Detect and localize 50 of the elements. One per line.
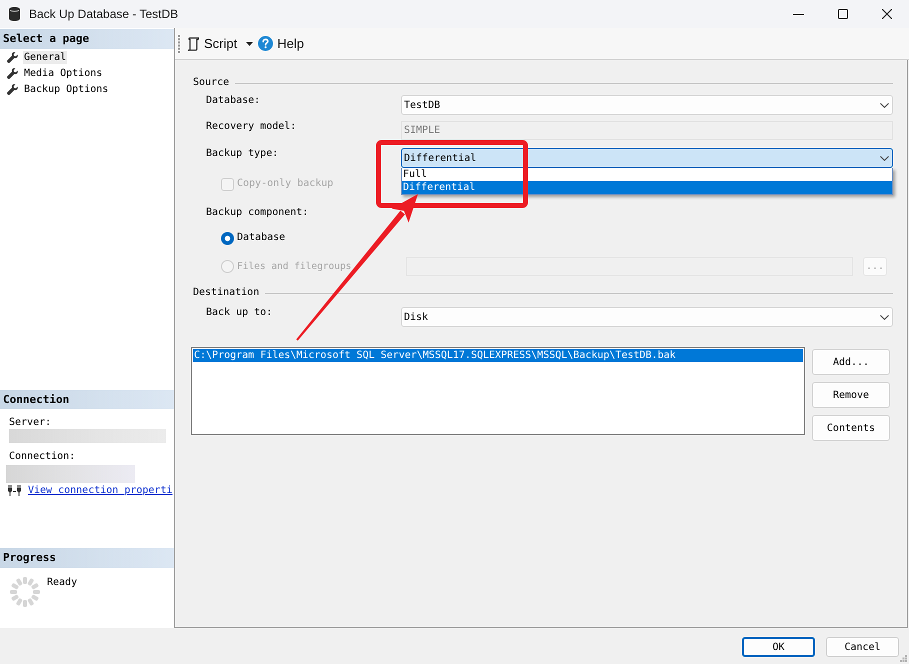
list-action-button[interactable]: Remove xyxy=(812,382,890,408)
field-label: Database: xyxy=(206,95,262,107)
status-text: Ready xyxy=(47,577,78,589)
dropdown-option[interactable]: Full xyxy=(402,168,892,181)
list-action-button[interactable]: Contents xyxy=(812,415,890,441)
radio-button[interactable] xyxy=(221,232,234,244)
wrench-icon xyxy=(7,52,18,62)
server-label: Server: xyxy=(9,417,52,429)
page-item[interactable]: General xyxy=(23,50,68,64)
radio-label: Database xyxy=(237,232,286,244)
field-label: Back up to: xyxy=(206,307,274,319)
help-button[interactable]: Help xyxy=(258,36,304,51)
chevron-icon xyxy=(880,102,889,108)
chevron-icon xyxy=(880,314,889,320)
wrench-icon xyxy=(7,68,18,78)
dropdown-option[interactable]: Differential xyxy=(402,181,892,194)
script-button[interactable]: Script xyxy=(187,36,238,51)
backup-type-dropdown[interactable]: Differential xyxy=(401,148,893,168)
field-label: Backup type: xyxy=(206,148,280,160)
file-path-item[interactable]: C:\Program Files\Microsoft SQL Server\MSSQL17.SQLEXPRESS\MSSQL\Backup\TestDB.bak xyxy=(193,349,803,362)
wrench-icon xyxy=(7,84,18,94)
resize-grip-icon[interactable] xyxy=(900,655,907,662)
help-icon xyxy=(258,36,274,51)
database-icon xyxy=(9,7,20,21)
group-title: Source xyxy=(193,76,230,90)
field-label: Recovery model: xyxy=(206,121,298,133)
checkbox-label: Copy-only backup xyxy=(237,178,334,190)
page-item[interactable]: Media Options xyxy=(23,66,104,80)
connection-properties-link[interactable]: View connection properti xyxy=(28,484,172,496)
page-item[interactable]: Backup Options xyxy=(23,82,110,96)
field-label: Backup component: xyxy=(206,207,310,219)
list-action-button[interactable]: Add... xyxy=(812,349,890,375)
spinner-icon xyxy=(10,577,40,607)
section-header: Select a page xyxy=(0,29,174,49)
group-title: Destination xyxy=(193,286,260,300)
section-header: Progress xyxy=(0,548,174,568)
connection-label: Connection: xyxy=(9,451,76,463)
scroll-icon xyxy=(187,36,199,50)
caret-icon[interactable] xyxy=(246,42,254,46)
database-dropdown[interactable]: TestDB xyxy=(401,95,893,115)
plug-icon xyxy=(8,485,21,496)
back-up-to-dropdown[interactable]: Disk xyxy=(401,307,893,327)
radio-label: Files and filegroups xyxy=(237,260,352,272)
ok-button[interactable]: OK xyxy=(742,637,815,657)
close-icon[interactable] xyxy=(882,9,892,19)
cancel-button[interactable]: Cancel xyxy=(826,637,899,657)
section-header: Connection xyxy=(0,390,174,409)
window-title: Back Up Database - TestDB xyxy=(29,7,178,21)
chevron-icon xyxy=(880,156,889,160)
maximize-icon[interactable] xyxy=(838,9,848,19)
